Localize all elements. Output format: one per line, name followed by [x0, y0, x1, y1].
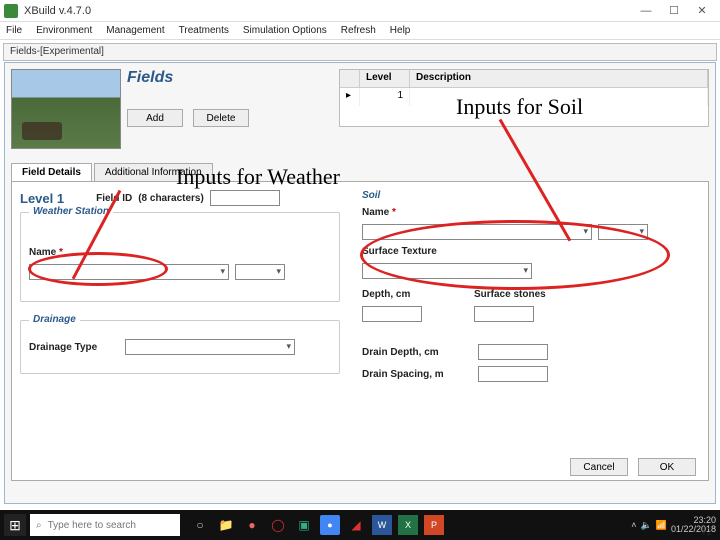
- grid-cell-description: [410, 88, 708, 106]
- ok-button[interactable]: OK: [638, 458, 696, 476]
- grid-row-marker: ▸: [340, 88, 360, 106]
- field-id-hint: (8 characters): [138, 193, 204, 204]
- powerpoint-icon[interactable]: P: [424, 515, 444, 535]
- soil-name-select[interactable]: [362, 224, 592, 240]
- field-photo: [11, 69, 121, 149]
- tab-strip: Field Details Additional Information: [11, 163, 709, 182]
- grid-header-level: Level: [360, 70, 410, 87]
- drain-spacing-input[interactable]: [478, 366, 548, 382]
- weather-name-aux-select[interactable]: [235, 264, 285, 280]
- wifi-icon[interactable]: 📶: [656, 520, 667, 531]
- word-icon[interactable]: W: [372, 515, 392, 535]
- volume-icon[interactable]: 🔈: [641, 520, 652, 531]
- menu-file[interactable]: File: [6, 25, 22, 36]
- weather-name-select[interactable]: [29, 264, 229, 280]
- surface-stones-input[interactable]: [474, 306, 534, 322]
- delete-button[interactable]: Delete: [193, 109, 249, 127]
- drain-spacing-label: Drain Spacing, m: [362, 369, 472, 380]
- cortana-icon[interactable]: ○: [190, 515, 210, 535]
- content-panel: Fields Add Delete Level Description ▸ 1 …: [4, 62, 716, 504]
- soil-name-label: Name: [362, 207, 396, 218]
- minimize-button[interactable]: —: [632, 2, 660, 20]
- weather-station-group: Weather Station Name: [20, 212, 340, 302]
- drain-depth-input[interactable]: [478, 344, 548, 360]
- surface-stones-label: Surface stones: [474, 289, 546, 300]
- field-id-label: Field ID: [96, 193, 132, 204]
- app-logo-icon: [4, 4, 18, 18]
- acrobat-icon[interactable]: ◢: [346, 515, 366, 535]
- search-placeholder: Type here to search: [48, 520, 136, 531]
- drainage-type-select[interactable]: [125, 339, 295, 355]
- tab-additional-info[interactable]: Additional Information: [94, 163, 213, 182]
- tab-page: Level 1 Field ID (8 characters) Weather …: [11, 181, 709, 481]
- soil-name-aux-select[interactable]: [598, 224, 648, 240]
- surface-texture-label: Surface Texture: [362, 246, 437, 257]
- titlebar: XBuild v.4.7.0 — ☐ ✕: [0, 0, 720, 22]
- taskbar-icons: ○ 📁 ● ◯ ▣ ● ◢ W X P: [190, 515, 444, 535]
- excel-icon[interactable]: X: [398, 515, 418, 535]
- search-icon: ⌕: [36, 520, 42, 531]
- drainage-group: Drainage Drainage Type: [20, 320, 340, 374]
- taskbar-search[interactable]: ⌕ Type here to search: [30, 514, 180, 536]
- surface-texture-select[interactable]: [362, 263, 532, 279]
- chrome-icon[interactable]: ●: [320, 515, 340, 535]
- start-button[interactable]: ⊞: [4, 514, 26, 536]
- maximize-button[interactable]: ☐: [660, 2, 688, 20]
- page-number: 12: [701, 526, 712, 538]
- menu-treatments[interactable]: Treatments: [179, 25, 229, 36]
- fields-grid[interactable]: Level Description ▸ 1: [339, 69, 709, 127]
- drainage-type-label: Drainage Type: [29, 342, 119, 353]
- level-label: Level 1: [20, 191, 64, 206]
- fields-header: Fields Add Delete: [127, 69, 327, 153]
- add-button[interactable]: Add: [127, 109, 183, 127]
- menu-management[interactable]: Management: [106, 25, 164, 36]
- menu-simulation-options[interactable]: Simulation Options: [243, 25, 327, 36]
- soil-group-title: Soil: [362, 190, 380, 201]
- grid-header-selector: [340, 70, 360, 87]
- firefox-icon[interactable]: ●: [242, 515, 262, 535]
- opera-icon[interactable]: ◯: [268, 515, 288, 535]
- tab-field-details[interactable]: Field Details: [11, 163, 92, 182]
- grid-cell-level: 1: [360, 88, 410, 106]
- close-button[interactable]: ✕: [688, 2, 716, 20]
- taskbar: ⊞ ⌕ Type here to search ○ 📁 ● ◯ ▣ ● ◢ W …: [0, 510, 720, 540]
- weather-name-label: Name: [29, 247, 63, 258]
- app-title: XBuild v.4.7.0: [24, 5, 632, 17]
- menu-help[interactable]: Help: [390, 25, 411, 36]
- menu-refresh[interactable]: Refresh: [341, 25, 376, 36]
- explorer-icon[interactable]: 📁: [216, 515, 236, 535]
- field-id-input[interactable]: [210, 190, 280, 206]
- header-row: Fields Add Delete Level Description ▸ 1: [11, 69, 709, 153]
- grid-row[interactable]: ▸ 1: [340, 88, 708, 106]
- depth-label: Depth, cm: [362, 289, 432, 300]
- child-window-title: Fields-[Experimental]: [3, 43, 717, 61]
- menubar: File Environment Management Treatments S…: [0, 22, 720, 40]
- page-title: Fields: [127, 69, 327, 87]
- app-icon[interactable]: ▣: [294, 515, 314, 535]
- menu-environment[interactable]: Environment: [36, 25, 92, 36]
- depth-input[interactable]: [362, 306, 422, 322]
- drainage-group-title: Drainage: [29, 314, 80, 325]
- tray-chevron-icon[interactable]: ˄: [631, 520, 636, 530]
- drain-depth-label: Drain Depth, cm: [362, 347, 472, 358]
- cancel-button[interactable]: Cancel: [570, 458, 628, 476]
- grid-header-description: Description: [410, 70, 708, 87]
- weather-group-title: Weather Station: [29, 206, 113, 217]
